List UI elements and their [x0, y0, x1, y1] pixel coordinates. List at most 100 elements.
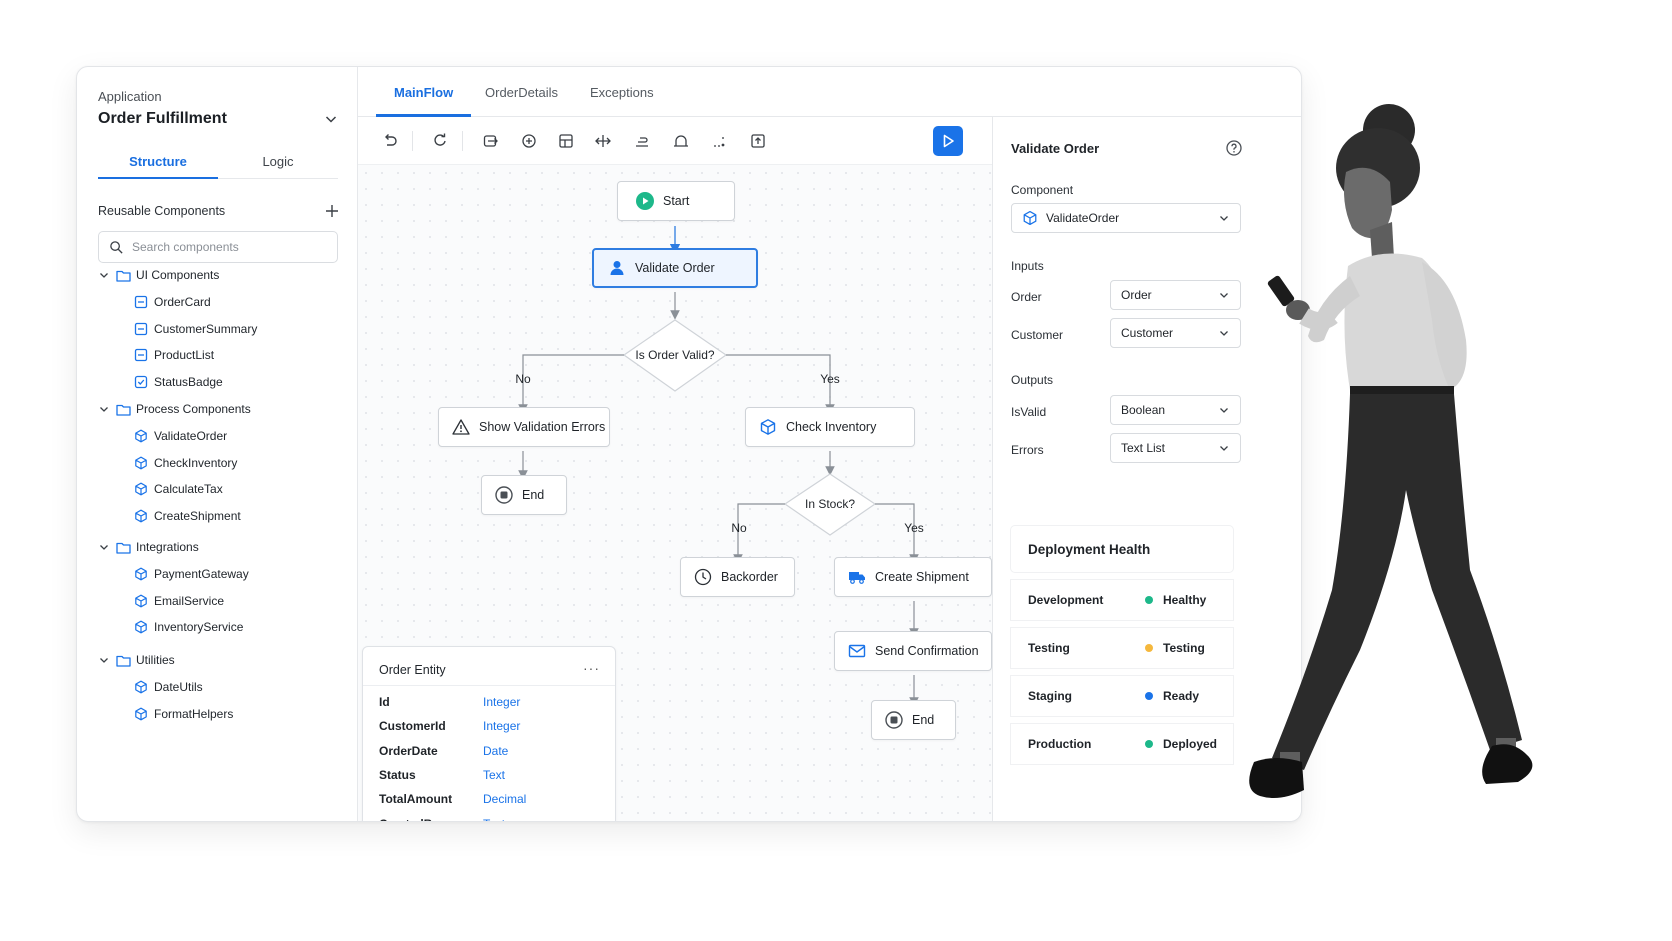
search-input[interactable]	[132, 238, 328, 256]
tree-item[interactable]: PaymentGateway	[134, 564, 249, 584]
app-name[interactable]: Order Fulfillment	[98, 110, 227, 128]
reusable-components-title: Reusable Components	[98, 204, 226, 218]
stop-icon	[495, 486, 513, 504]
chevron-down-icon[interactable]	[98, 403, 110, 415]
tree-item-label: CustomerSummary	[154, 321, 258, 336]
app-label: Application	[98, 89, 162, 104]
send-confirmation-label: Send Confirmation	[875, 644, 979, 658]
entity-field-type[interactable]: Date	[483, 744, 508, 758]
output-name-isvalid: IsValid	[1011, 405, 1047, 419]
tab-structure[interactable]: Structure	[98, 143, 218, 179]
order-entity-card[interactable]: Order Entity ··· Id Integer CustomerId Inte…	[362, 646, 616, 822]
status-dot	[1145, 692, 1153, 700]
tree-folder[interactable]: Process Components	[98, 399, 251, 419]
insert-action-icon[interactable]	[482, 132, 500, 150]
status-dot	[1145, 740, 1153, 748]
entity-field-type[interactable]: Text	[483, 768, 505, 782]
undo-icon[interactable]	[381, 132, 399, 150]
chevron-down-icon[interactable]	[98, 269, 110, 281]
tree-item[interactable]: OrderCard	[134, 292, 211, 312]
health-env-label: Production	[1028, 737, 1092, 751]
tree-item-label: InventoryService	[154, 620, 244, 634]
add-component-icon[interactable]	[323, 202, 341, 220]
redo-icon[interactable]	[431, 132, 449, 150]
tree-item[interactable]: DateUtils	[134, 677, 203, 697]
entity-field-type[interactable]: Decimal	[483, 792, 526, 806]
insert-decision-icon[interactable]	[520, 132, 538, 150]
search-icon	[110, 241, 123, 254]
decision-label: In Stock?	[804, 497, 856, 511]
send-confirmation-node[interactable]: Send Confirmation	[834, 631, 992, 671]
mail-icon	[848, 644, 866, 658]
folder-icon	[116, 542, 131, 554]
entity-title: Order Entity	[379, 663, 446, 677]
status-dot	[1145, 596, 1153, 604]
tree-item[interactable]: CheckInventory	[134, 453, 237, 473]
entity-field-name: Status	[379, 767, 416, 782]
end-node[interactable]: End	[481, 475, 567, 515]
tree-folder[interactable]: UI Components	[98, 265, 219, 285]
tree-item[interactable]: StatusBadge	[134, 372, 223, 392]
tree-folder[interactable]: Utilities	[98, 650, 175, 670]
chevron-down-icon[interactable]	[98, 654, 110, 666]
clock-icon	[694, 568, 712, 586]
cube-icon	[135, 620, 147, 634]
status-badge: Testing	[1163, 641, 1205, 655]
tree-item[interactable]: ProductList	[134, 345, 214, 365]
tree-item[interactable]: InventoryService	[134, 617, 243, 637]
folder-icon	[116, 404, 131, 416]
tab-logic[interactable]: Logic	[218, 143, 338, 178]
tree-item[interactable]: CalculateTax	[134, 479, 223, 499]
screen-icon	[134, 322, 148, 335]
validate-order-node[interactable]: Validate Order	[592, 248, 758, 288]
tree-item[interactable]: FormatHelpers	[134, 704, 233, 724]
play-icon	[943, 134, 954, 148]
flow-canvas[interactable]: Start Validate Order Is Order Valid? No …	[358, 165, 992, 822]
cube-icon	[135, 509, 147, 522]
cube-icon	[135, 567, 147, 581]
input-name-customer: Customer	[1011, 328, 1064, 342]
start-node[interactable]: Start	[617, 181, 735, 221]
cube-icon	[135, 482, 147, 496]
component-value: ValidateOrder	[1046, 211, 1120, 225]
entity-field-type[interactable]: Text	[483, 817, 505, 822]
entity-field-name: CustomerId	[379, 719, 446, 734]
decision-label: Is Order Valid?	[635, 348, 715, 362]
tree-item[interactable]: CustomerSummary	[134, 319, 257, 339]
split-icon[interactable]	[594, 132, 612, 150]
tree-folder[interactable]: Integrations	[98, 537, 199, 557]
entity-field-name: TotalAmount	[379, 792, 453, 807]
entity-field-type[interactable]: Integer	[483, 695, 520, 709]
user-icon[interactable]	[672, 132, 690, 150]
connector-icon[interactable]	[711, 132, 729, 150]
backorder-node[interactable]: Backorder	[680, 557, 795, 597]
insert-table-icon[interactable]	[557, 132, 575, 150]
toolbar	[358, 117, 992, 165]
tree-item-label: ValidateOrder	[154, 429, 228, 443]
folder-icon	[116, 655, 131, 667]
check-inventory-node[interactable]: Check Inventory	[745, 407, 915, 447]
tree-item-label: EmailService	[154, 593, 225, 608]
status-dot	[1145, 644, 1153, 652]
chevron-down-icon[interactable]	[98, 541, 110, 553]
tree-item[interactable]: CreateShipment	[134, 506, 241, 526]
more-options-icon[interactable]: ···	[583, 660, 600, 676]
health-env-label: Development	[1028, 593, 1104, 607]
align-icon[interactable]	[633, 132, 651, 150]
run-button[interactable]	[933, 126, 963, 156]
health-env-label: Staging	[1028, 689, 1072, 703]
screen-icon	[134, 348, 148, 362]
chevron-down-icon[interactable]	[323, 111, 339, 127]
end-node[interactable]: End	[871, 700, 956, 740]
panel-title: Validate Order	[1011, 141, 1100, 156]
entity-field-type[interactable]: Integer	[483, 719, 520, 733]
show-errors-node[interactable]: Show Validation Errors	[438, 407, 610, 447]
create-shipment-node[interactable]: Create Shipment	[834, 557, 992, 597]
toolbar-divider	[412, 131, 413, 151]
tree-item[interactable]: ValidateOrder	[134, 426, 227, 446]
tree-item[interactable]: EmailService	[134, 591, 224, 611]
status-badge: Ready	[1163, 689, 1200, 703]
component-label: Component	[1011, 183, 1074, 197]
export-icon[interactable]	[749, 132, 767, 150]
tree-item-label: CheckInventory	[154, 455, 238, 470]
